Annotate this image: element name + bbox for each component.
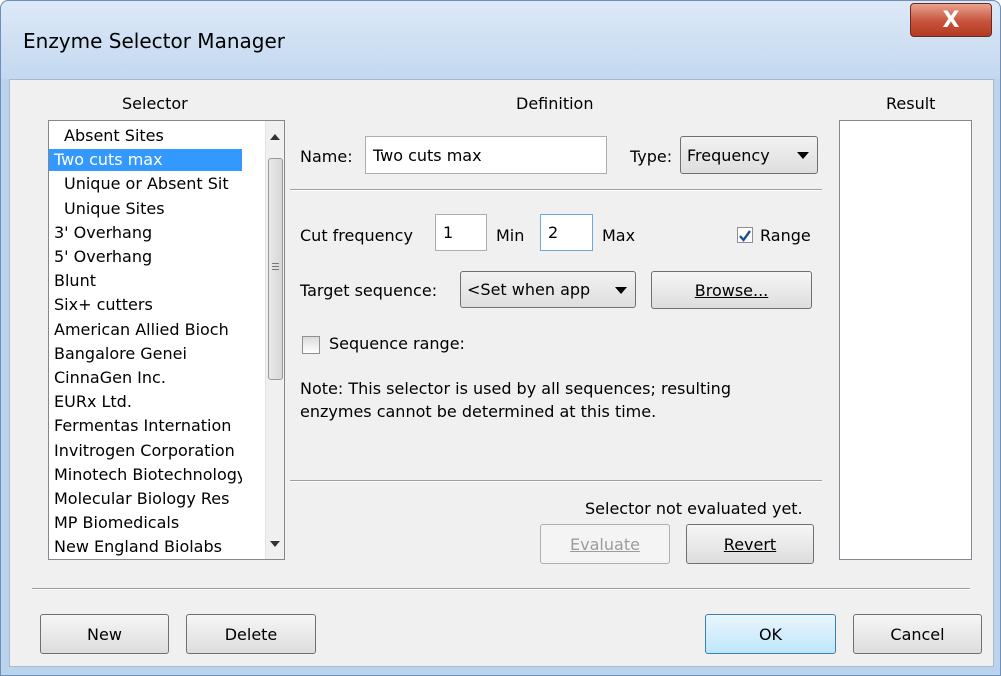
delete-button-label: Delete bbox=[224, 624, 278, 644]
cancel-button-label: Cancel bbox=[890, 624, 945, 644]
evaluation-status-text: Selector not evaluated yet. bbox=[585, 499, 803, 518]
list-item[interactable]: Unique or Absent Sit bbox=[49, 173, 252, 195]
target-sequence-label: Target sequence: bbox=[300, 281, 438, 300]
checkmark-icon bbox=[739, 230, 751, 242]
close-button[interactable]: X bbox=[910, 3, 992, 37]
selector-header: Selector bbox=[122, 94, 188, 113]
type-dropdown-value: Frequency bbox=[687, 145, 770, 165]
list-item[interactable]: Minotech Biotechnology bbox=[49, 464, 242, 486]
note-line-1: Note: This selector is used by all seque… bbox=[300, 379, 731, 398]
browse-button[interactable]: Browse... bbox=[651, 271, 812, 309]
ok-button[interactable]: OK bbox=[705, 614, 836, 654]
list-item[interactable]: Six+ cutters bbox=[49, 294, 242, 316]
result-header: Result bbox=[886, 94, 936, 113]
title-bar[interactable]: Enzyme Selector Manager X bbox=[1, 1, 1000, 79]
list-item[interactable]: Invitrogen Corporation bbox=[49, 440, 242, 462]
close-icon: X bbox=[942, 7, 960, 33]
cut-frequency-label: Cut frequency bbox=[300, 226, 413, 245]
list-item[interactable]: Unique Sites bbox=[49, 198, 252, 220]
sequence-range-label: Sequence range: bbox=[329, 334, 465, 353]
list-item[interactable]: Blunt bbox=[49, 270, 242, 292]
min-frequency-input[interactable]: 1 bbox=[435, 214, 487, 251]
name-label: Name: bbox=[300, 147, 353, 166]
evaluate-button-label: Evaluate bbox=[570, 534, 640, 554]
selector-list[interactable]: Absent Sites Two cuts max Unique or Absent… bbox=[48, 120, 285, 560]
min-label: Min bbox=[496, 226, 525, 245]
separator bbox=[290, 189, 822, 191]
list-item[interactable]: Molecular Biology Res bbox=[49, 488, 242, 510]
list-item[interactable]: 5' Overhang bbox=[49, 246, 242, 268]
chevron-down-icon bbox=[797, 152, 809, 159]
list-item[interactable]: 3' Overhang bbox=[49, 222, 242, 244]
list-item[interactable]: Two cuts max bbox=[49, 149, 242, 172]
note-line-2: enzymes cannot be determined at this tim… bbox=[300, 402, 657, 421]
list-item[interactable]: Bangalore Genei bbox=[49, 343, 242, 365]
scroll-down-icon[interactable] bbox=[270, 541, 280, 547]
target-sequence-value: <Set when app bbox=[467, 280, 591, 299]
range-label: Range bbox=[760, 226, 811, 245]
type-label: Type: bbox=[630, 147, 673, 166]
list-item[interactable]: Absent Sites bbox=[49, 125, 252, 147]
ok-button-label: OK bbox=[758, 624, 783, 644]
list-item[interactable]: New England Biolabs bbox=[49, 536, 242, 558]
sequence-range-checkbox[interactable] bbox=[302, 336, 320, 354]
scrollbar-thumb[interactable] bbox=[268, 158, 283, 380]
name-input[interactable]: Two cuts max bbox=[365, 136, 607, 174]
window-title: Enzyme Selector Manager bbox=[23, 29, 285, 53]
target-sequence-dropdown[interactable]: <Set when app bbox=[460, 271, 636, 308]
max-label: Max bbox=[602, 226, 636, 245]
type-dropdown[interactable]: Frequency bbox=[680, 136, 818, 174]
browse-button-label: Browse... bbox=[694, 280, 769, 300]
new-button[interactable]: New bbox=[40, 614, 169, 654]
cancel-button[interactable]: Cancel bbox=[853, 614, 982, 654]
list-item[interactable]: MP Biomedicals bbox=[49, 512, 242, 534]
revert-button-label: Revert bbox=[723, 534, 777, 554]
selector-list-scrollbar[interactable] bbox=[265, 121, 284, 559]
list-item[interactable]: CinnaGen Inc. bbox=[49, 367, 242, 389]
separator bbox=[290, 480, 822, 482]
scroll-up-icon[interactable] bbox=[270, 134, 280, 140]
dialog-client-area: Selector Definition Result Absent Sites T… bbox=[9, 79, 994, 667]
dialog-window: Enzyme Selector Manager X Selector Defin… bbox=[0, 0, 1001, 676]
chevron-down-icon bbox=[615, 286, 627, 294]
separator bbox=[32, 588, 970, 590]
max-frequency-input[interactable]: 2 bbox=[540, 214, 593, 251]
delete-button[interactable]: Delete bbox=[186, 614, 316, 654]
list-item[interactable]: Fermentas Internation bbox=[49, 415, 242, 437]
new-button-label: New bbox=[87, 624, 122, 644]
revert-button[interactable]: Revert bbox=[686, 524, 814, 564]
result-list[interactable] bbox=[839, 120, 972, 560]
list-item[interactable]: American Allied Bioch bbox=[49, 319, 242, 341]
definition-header: Definition bbox=[516, 94, 594, 113]
range-checkbox[interactable] bbox=[737, 227, 753, 243]
list-item[interactable]: EURx Ltd. bbox=[49, 391, 242, 413]
evaluate-button[interactable]: Evaluate bbox=[540, 524, 670, 564]
